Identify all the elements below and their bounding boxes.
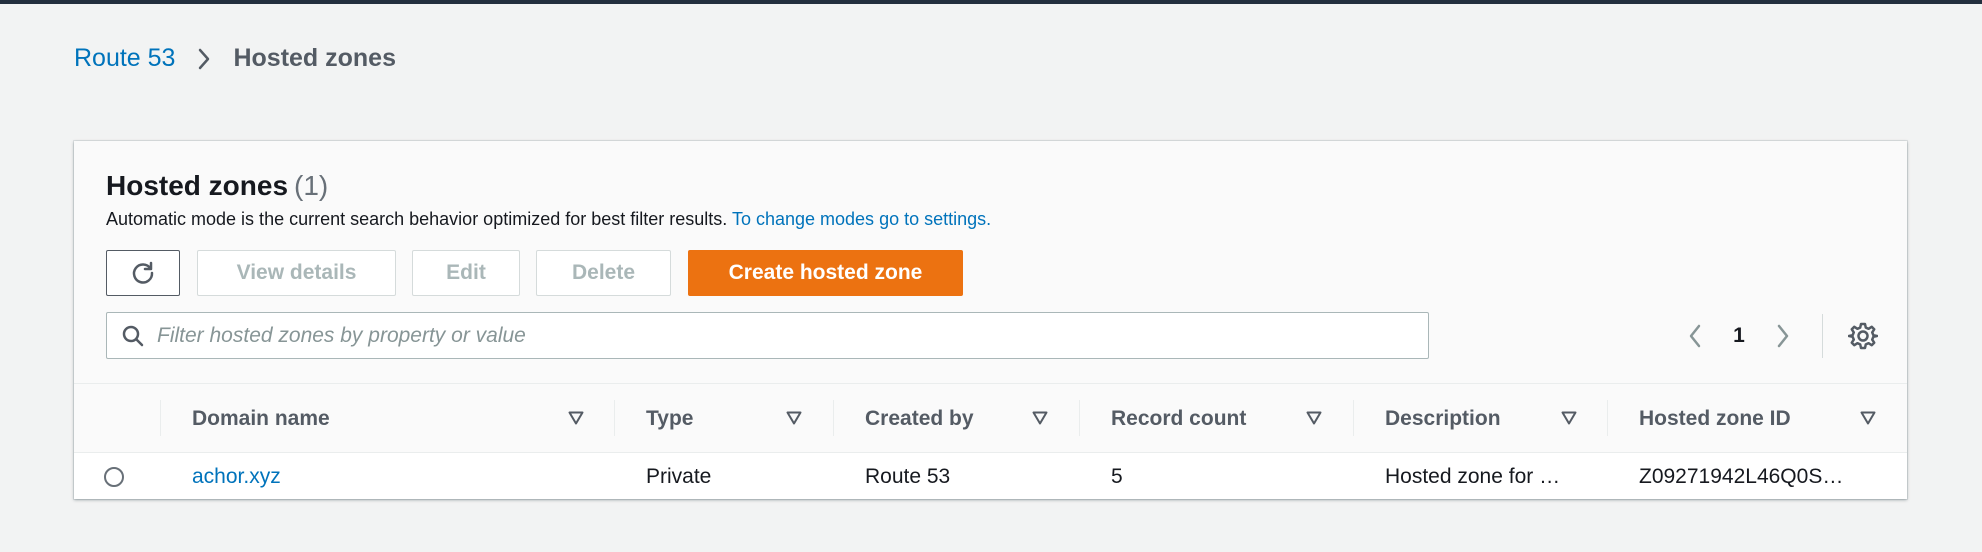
title-text: Hosted zones	[106, 170, 289, 201]
radio-circle[interactable]	[104, 466, 124, 487]
column-header-type[interactable]: Type	[646, 384, 693, 453]
column-separator	[833, 400, 834, 436]
zone-type-cell: Private	[646, 464, 712, 488]
sort-icon[interactable]	[1306, 411, 1322, 425]
create-hosted-zone-button[interactable]: Create hosted zone	[688, 250, 963, 296]
column-header-description[interactable]: Description	[1385, 384, 1501, 453]
panel-header: Hosted zones (1) Automatic mode is the cu…	[74, 141, 1907, 384]
hosted-zones-panel: Hosted zones (1) Automatic mode is the cu…	[74, 141, 1907, 499]
column-separator	[1353, 400, 1354, 436]
breadcrumb-route53-link[interactable]: Route 53	[74, 44, 175, 73]
search-icon	[121, 324, 145, 348]
sort-icon[interactable]	[568, 411, 584, 425]
settings-link[interactable]: To change modes go to settings.	[732, 209, 991, 229]
table-row[interactable]: achor.xyz Private Route 53 5 Hosted zone…	[74, 454, 1907, 499]
current-page-number[interactable]: 1	[1713, 324, 1765, 348]
column-header-record-count[interactable]: Record count	[1111, 384, 1246, 453]
column-header-created-by[interactable]: Created by	[865, 384, 974, 453]
chevron-left-icon[interactable]	[1677, 316, 1713, 356]
sort-icon[interactable]	[1561, 411, 1577, 425]
pagination-divider	[1822, 314, 1823, 358]
description-cell: Hosted zone for …	[1385, 464, 1561, 488]
column-separator	[614, 400, 615, 436]
column-separator	[1079, 400, 1080, 436]
sort-icon[interactable]	[1860, 411, 1876, 425]
gear-icon[interactable]	[1848, 321, 1878, 351]
created-by-cell: Route 53	[865, 464, 951, 488]
column-separator	[160, 400, 161, 436]
column-header-domain-name[interactable]: Domain name	[192, 384, 330, 453]
page-title: Hosted zones (1)	[106, 170, 328, 202]
chevron-right-icon[interactable]	[1765, 316, 1801, 356]
domain-name-link[interactable]: achor.xyz	[192, 454, 281, 499]
table-header: Domain name Type Created by Record count…	[74, 384, 1907, 453]
edit-button[interactable]: Edit	[412, 250, 520, 296]
sort-icon[interactable]	[786, 411, 802, 425]
filter-search-box[interactable]	[106, 312, 1429, 359]
refresh-button[interactable]	[106, 250, 180, 296]
zone-count: (1)	[294, 170, 329, 201]
record-count-cell: 5	[1111, 464, 1123, 488]
column-header-hosted-zone-id[interactable]: Hosted zone ID	[1639, 384, 1791, 453]
pagination: 1	[1677, 316, 1801, 356]
row-select-radio[interactable]	[104, 454, 124, 499]
chevron-right-icon	[197, 48, 211, 70]
search-input[interactable]	[157, 323, 1407, 348]
subtitle-text: Automatic mode is the current search beh…	[106, 209, 728, 229]
column-separator	[1607, 400, 1608, 436]
refresh-icon	[130, 260, 156, 286]
hosted-zone-id-cell: Z09271942L46Q0S…	[1639, 464, 1844, 488]
breadcrumb: Route 53 Hosted zones	[74, 44, 396, 73]
view-details-button[interactable]: View details	[197, 250, 396, 296]
search-mode-description: Automatic mode is the current search beh…	[106, 209, 991, 230]
sort-icon[interactable]	[1032, 411, 1048, 425]
delete-button[interactable]: Delete	[536, 250, 671, 296]
top-bar	[0, 0, 1982, 4]
breadcrumb-current: Hosted zones	[233, 44, 396, 72]
